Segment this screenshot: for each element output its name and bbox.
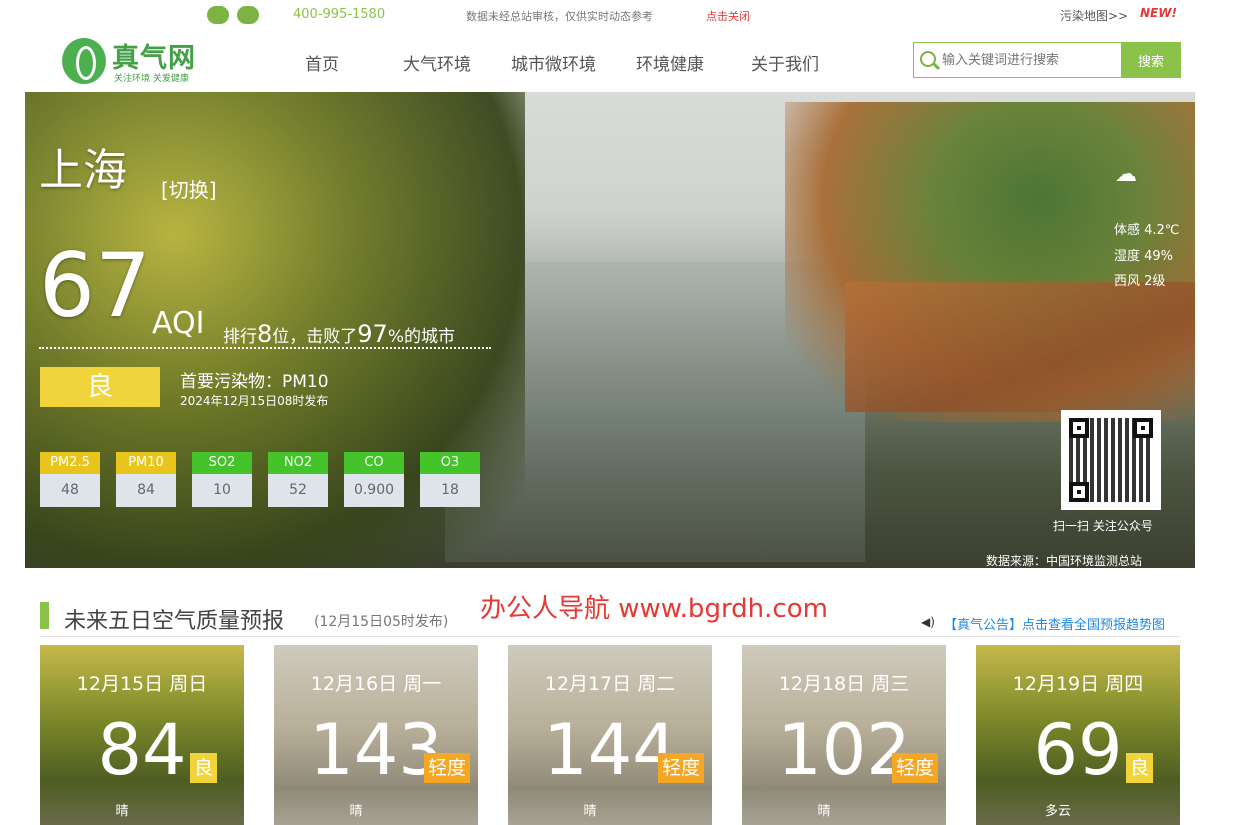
pollutant-name: PM2.5 xyxy=(40,452,100,474)
forecast-title: 未来五日空气质量预报 xyxy=(64,609,285,634)
search-box: 搜索 xyxy=(913,42,1181,78)
search-button[interactable]: 搜索 xyxy=(1121,42,1181,78)
background-lotus xyxy=(845,282,1195,412)
search-icon xyxy=(920,51,936,67)
pollutant-name: O3 xyxy=(420,452,480,474)
logo-slogan: 关注环境 关爱健康 xyxy=(114,74,189,84)
pollutant-name: CO xyxy=(344,452,404,474)
rank-value: 8 xyxy=(257,320,273,348)
forecast-date: 12月16日 周一 xyxy=(310,673,442,695)
pollutant-value: 52 xyxy=(268,474,328,507)
social-links xyxy=(207,6,267,28)
forecast-weather: 晴 xyxy=(349,804,363,819)
pollutant-value: 0.900 xyxy=(344,474,404,507)
aqi-value: 67 xyxy=(39,234,151,337)
pollutant-value: 84 xyxy=(116,474,176,507)
pollutant-value: 48 xyxy=(40,474,100,507)
forecast-weather: 晴 xyxy=(115,804,129,819)
forecast-weather: 多云 xyxy=(1044,804,1071,819)
wechat-icon[interactable] xyxy=(237,6,259,24)
pollutant-o3[interactable]: O3 18 xyxy=(420,452,480,507)
hotline-phone: 400-995-1580 xyxy=(293,7,386,22)
forecast-level: 轻度 xyxy=(658,753,705,783)
forecast-date: 12月19日 周四 xyxy=(1012,673,1144,695)
pollutant-so2[interactable]: SO2 10 xyxy=(192,452,252,507)
nav-home[interactable]: 首页 xyxy=(305,50,339,75)
pollutant-co[interactable]: CO 0.900 xyxy=(344,452,404,507)
aqi-level-badge: 良 xyxy=(40,367,160,407)
forecast-card[interactable]: 12月18日 周三 102 轻度晴 xyxy=(742,645,946,825)
ranking-text: 排行8位，击败了97%的城市 xyxy=(223,320,455,348)
humidity: 湿度 49% xyxy=(1114,249,1174,264)
pollutant-value: 18 xyxy=(420,474,480,507)
pollutant-pm10[interactable]: PM10 84 xyxy=(116,452,176,507)
publish-time: 2024年12月15日08时发布 xyxy=(180,394,329,408)
qr-finder xyxy=(1069,418,1089,438)
forecast-level: 轻度 xyxy=(424,753,471,783)
rank-prefix: 排行 xyxy=(223,327,257,347)
divider xyxy=(40,636,1180,637)
forecast-card[interactable]: 12月15日 周日 84 良晴 xyxy=(40,645,244,825)
logo-icon xyxy=(62,38,106,84)
beat-value: 97 xyxy=(357,320,388,348)
forecast-publish-time: (12月15日05时发布) xyxy=(314,614,449,630)
qr-code xyxy=(1061,410,1161,510)
speaker-icon: ◀) xyxy=(921,615,935,629)
data-notice: 数据未经总站审核，仅供实时动态参考 xyxy=(466,10,653,23)
qr-caption: 扫一扫 关注公众号 xyxy=(1053,519,1153,533)
nav-atmosphere[interactable]: 大气环境 xyxy=(403,50,471,75)
section-accent xyxy=(40,602,49,629)
watermark-text: 办公人导航 www.bgrdh.com xyxy=(480,594,828,624)
logo-text: 真气网 xyxy=(112,43,196,74)
site-logo[interactable]: 真气网 关注环境 关爱健康 xyxy=(62,38,227,88)
forecast-card[interactable]: 12月19日 周四 69 良多云 xyxy=(976,645,1180,825)
pollutant-name: SO2 xyxy=(192,452,252,474)
forecast-weather: 晴 xyxy=(583,804,597,819)
pollutant-name: PM10 xyxy=(116,452,176,474)
forecast-level: 良 xyxy=(1126,753,1154,783)
pollutant-name: NO2 xyxy=(268,452,328,474)
qr-finder xyxy=(1133,418,1153,438)
pollutant-pm25[interactable]: PM2.5 48 xyxy=(40,452,100,507)
forecast-weather: 晴 xyxy=(817,804,831,819)
forecast-card[interactable]: 12月16日 周一 143 轻度晴 xyxy=(274,645,478,825)
nav-health[interactable]: 环境健康 xyxy=(636,50,704,75)
forecast-date: 12月18日 周三 xyxy=(778,673,910,695)
switch-city-link[interactable]: [切换] xyxy=(161,174,217,203)
qr-finder xyxy=(1069,482,1089,502)
forecast-level: 轻度 xyxy=(892,753,939,783)
partly-cloudy-icon: ☁ xyxy=(1115,162,1137,187)
pollutant-value: 10 xyxy=(192,474,252,507)
rank-mid: 位，击败了 xyxy=(272,327,358,347)
forecast-card[interactable]: 12月17日 周二 144 轻度晴 xyxy=(508,645,712,825)
hero-banner: 上海 [切换] 67 AQI 排行8位，击败了97%的城市 良 首要污染物：PM… xyxy=(25,92,1195,568)
rank-suffix: %的城市 xyxy=(387,327,455,347)
forecast-date: 12月17日 周二 xyxy=(544,673,676,695)
aqi-label: AQI xyxy=(152,306,205,341)
divider xyxy=(39,347,491,349)
pollutant-no2[interactable]: NO2 52 xyxy=(268,452,328,507)
primary-pollutant: 首要污染物：PM10 xyxy=(180,372,329,392)
close-notice-link[interactable]: 点击关闭 xyxy=(706,8,750,24)
forecast-level: 良 xyxy=(190,753,218,783)
nav-micro-environment[interactable]: 城市微环境 xyxy=(511,50,596,75)
new-badge: NEW! xyxy=(1140,6,1177,20)
weibo-icon[interactable] xyxy=(207,6,229,24)
announcement-link[interactable]: 【真气公告】点击查看全国预报趋势图 xyxy=(944,614,1165,633)
data-source: 数据来源：中国环境监测总站 xyxy=(986,554,1143,568)
wind: 西风 2级 xyxy=(1114,274,1166,289)
feels-like: 体感 4.2℃ xyxy=(1114,223,1180,238)
nav-about[interactable]: 关于我们 xyxy=(751,50,819,75)
search-input[interactable] xyxy=(942,43,1118,77)
forecast-date: 12月15日 周日 xyxy=(76,673,208,695)
pollution-map-link[interactable]: 污染地图>> xyxy=(1060,7,1128,24)
city-name: 上海 xyxy=(39,145,127,196)
top-bar: 400-995-1580 数据未经总站审核，仅供实时动态参考 点击关闭 污染地图… xyxy=(0,0,1238,32)
